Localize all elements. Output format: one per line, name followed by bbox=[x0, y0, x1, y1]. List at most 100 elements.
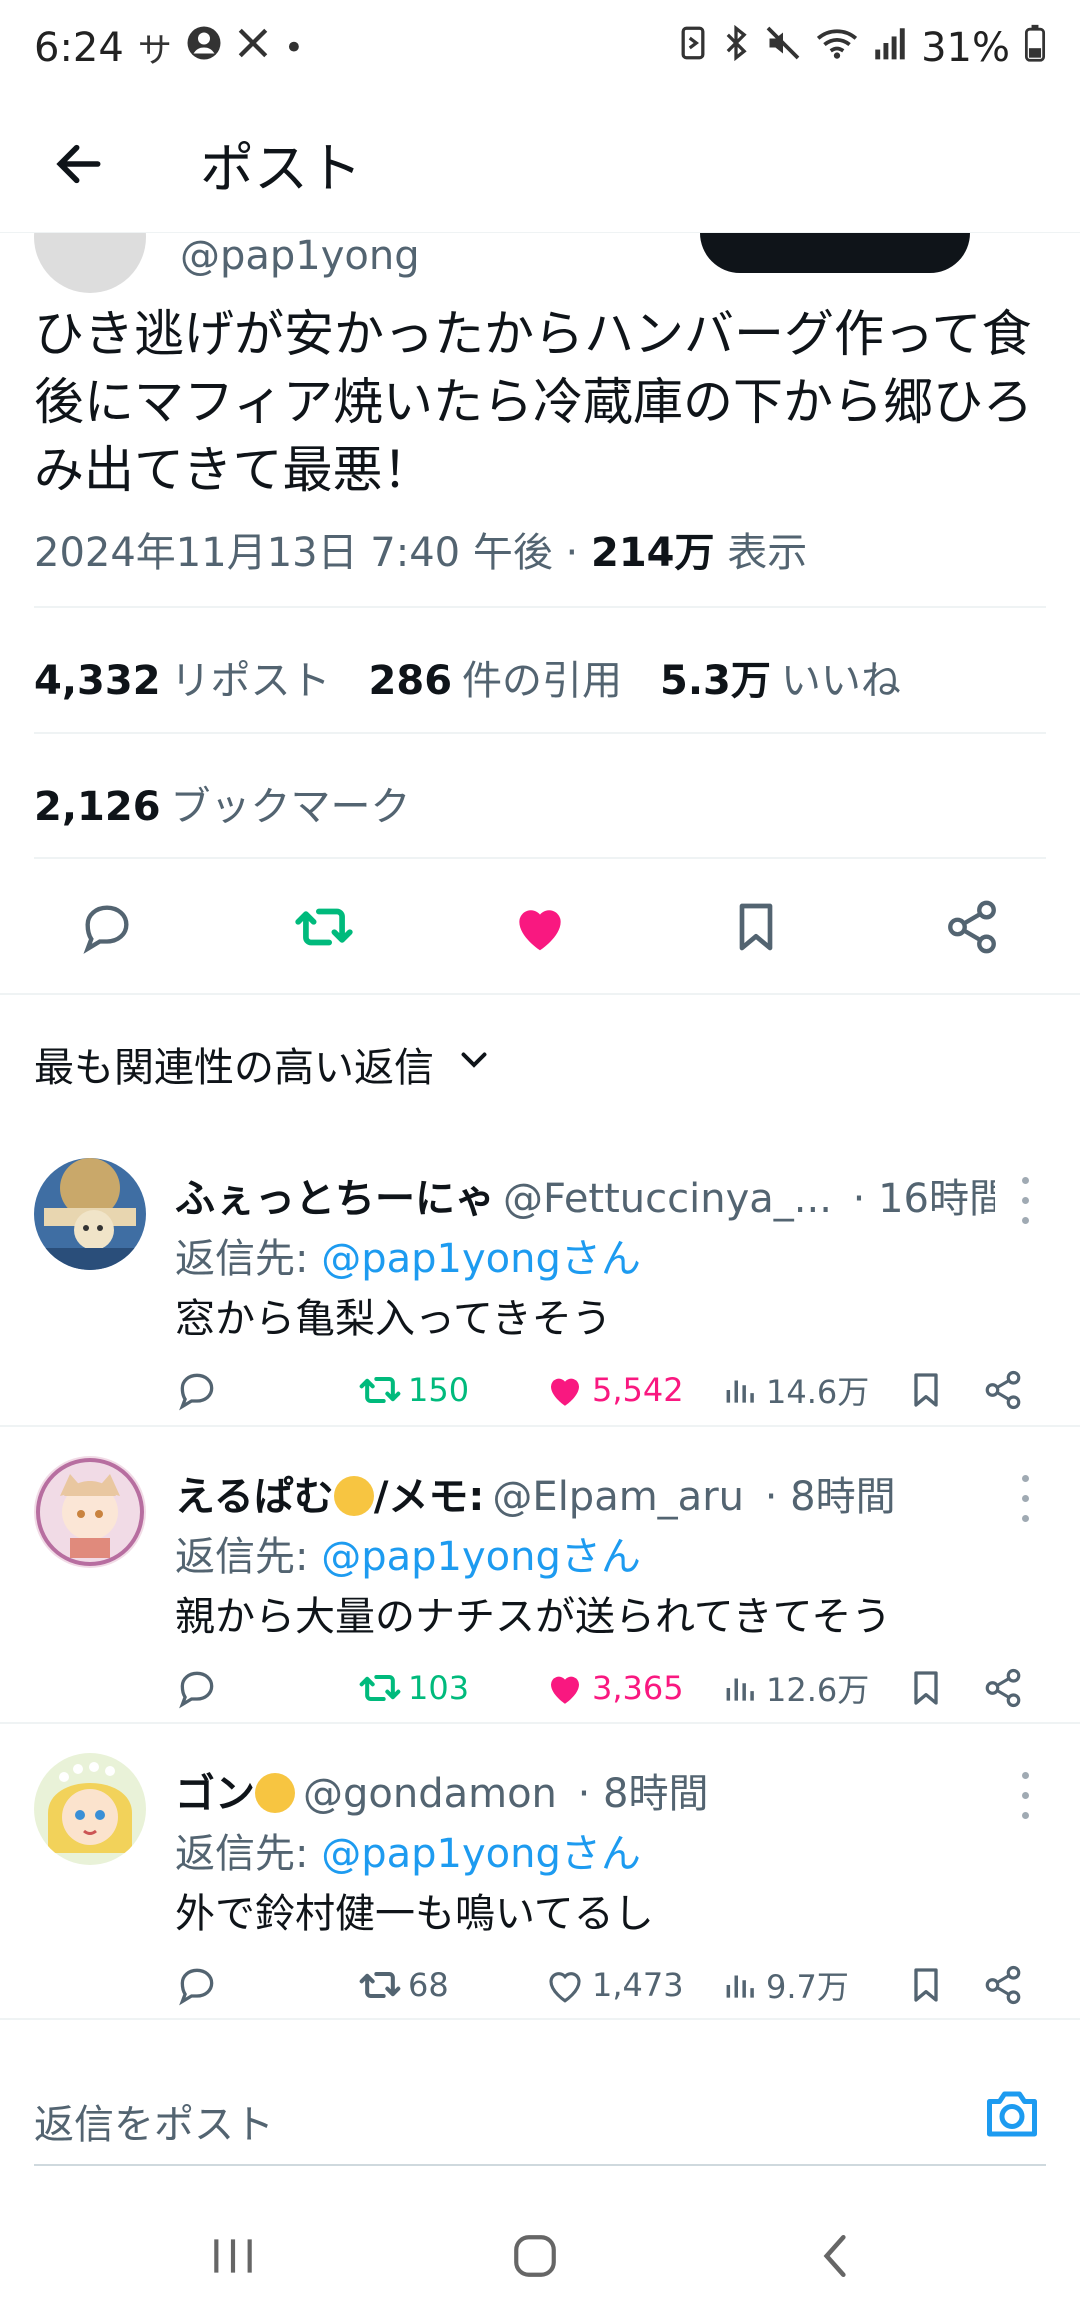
reply-icon[interactable] bbox=[175, 1658, 219, 1718]
dot-icon: • bbox=[283, 27, 304, 68]
bookmark-icon[interactable] bbox=[906, 1360, 946, 1420]
reply-header: えるぱむ/メモ: @Elpam_aru · 8時間 bbox=[175, 1464, 995, 1522]
more-options-icon[interactable] bbox=[1010, 1170, 1040, 1230]
reply-icon[interactable] bbox=[75, 895, 139, 959]
reposts-stat[interactable]: 4,332 リポスト bbox=[34, 648, 331, 706]
like-heart-icon bbox=[549, 1972, 581, 2003]
more-options-icon[interactable] bbox=[1010, 1468, 1040, 1528]
like-button[interactable]: 3,365 bbox=[544, 1658, 684, 1718]
status-time: 6:24 bbox=[34, 24, 124, 71]
likes-stat[interactable]: 5.3万 いいね bbox=[660, 648, 901, 706]
signal-icon bbox=[873, 25, 907, 71]
reply-time: · 16時間 bbox=[852, 1176, 995, 1222]
reply-author-handle[interactable]: @gondamon bbox=[303, 1771, 557, 1817]
reply-header: ふぇっとちーにゃ @Fettuccinya_... · 16時間 bbox=[175, 1166, 995, 1224]
retweet-button[interactable]: 150 bbox=[358, 1360, 469, 1420]
views-button[interactable]: 12.6万 bbox=[722, 1658, 869, 1718]
share-icon[interactable] bbox=[982, 1955, 1024, 2015]
reply-icon[interactable] bbox=[175, 1955, 219, 2015]
like-button[interactable]: 5,542 bbox=[544, 1360, 684, 1420]
home-icon[interactable] bbox=[500, 2226, 570, 2286]
account-icon bbox=[186, 25, 222, 70]
reply-composer[interactable]: 返信をポスト bbox=[0, 2040, 1080, 2166]
samsung-icon: サ bbox=[137, 31, 172, 71]
like-heart-icon[interactable] bbox=[508, 895, 572, 959]
author-avatar[interactable] bbox=[34, 233, 146, 293]
like-count: 5,542 bbox=[592, 1371, 684, 1409]
status-bar: 6:24 サ • 31% bbox=[0, 0, 1080, 95]
wifi-icon bbox=[815, 25, 859, 71]
reply-to-mention[interactable]: @pap1yongさん bbox=[321, 1236, 641, 1282]
reply-author-name[interactable]: えるぱむ/メモ: bbox=[175, 1474, 484, 1520]
views-button[interactable]: 14.6万 bbox=[722, 1360, 869, 1420]
bookmarks-stat[interactable]: 2,126 ブックマーク bbox=[34, 774, 411, 832]
like-count: 1,473 bbox=[592, 1966, 684, 2004]
retweet-button[interactable]: 103 bbox=[358, 1658, 469, 1718]
like-count: 3,365 bbox=[592, 1669, 684, 1707]
views-count: 14.6万 bbox=[766, 1373, 870, 1411]
divider bbox=[0, 2018, 1080, 2020]
back-arrow-icon[interactable] bbox=[34, 119, 124, 209]
views-chart-icon bbox=[726, 1975, 754, 1998]
post-timestamp: 2024年11月13日 7:40 午後 · bbox=[34, 530, 591, 576]
reply-input[interactable]: 返信をポスト bbox=[34, 2092, 274, 2150]
reply-item[interactable]: えるぱむ/メモ: @Elpam_aru · 8時間 返信先: @pap1yongさ… bbox=[0, 1456, 1080, 1752]
post-author-row[interactable]: @pap1yong bbox=[0, 233, 1080, 293]
views-button[interactable]: 9.7万 bbox=[722, 1955, 849, 2015]
reply-item[interactable]: ふぇっとちーにゃ @Fettuccinya_... · 16時間 返信先: @pa… bbox=[0, 1158, 1080, 1454]
follow-button[interactable] bbox=[700, 233, 970, 273]
reply-avatar[interactable] bbox=[34, 1753, 146, 1865]
quotes-stat[interactable]: 286 件の引用 bbox=[369, 648, 623, 706]
reply-author-handle[interactable]: @Fettuccinya_... bbox=[503, 1176, 832, 1222]
more-options-icon[interactable] bbox=[1010, 1765, 1040, 1825]
system-nav-bar bbox=[0, 2196, 1080, 2316]
share-icon[interactable] bbox=[940, 895, 1004, 959]
bookmark-icon[interactable] bbox=[724, 895, 788, 959]
share-icon[interactable] bbox=[982, 1360, 1024, 1420]
share-icon[interactable] bbox=[982, 1658, 1024, 1718]
reply-item[interactable]: ゴン @gondamon · 8時間 返信先: @pap1yongさん 外で鈴村健… bbox=[0, 1753, 1080, 2049]
x-icon bbox=[236, 26, 270, 69]
reply-to-line: 返信先: @pap1yongさん bbox=[175, 1236, 641, 1282]
reply-icon[interactable] bbox=[175, 1360, 219, 1420]
divider bbox=[34, 857, 1046, 859]
reply-sort-dropdown[interactable]: 最も関連性の高い返信 bbox=[34, 1035, 492, 1093]
retweet-button[interactable]: 68 bbox=[358, 1955, 449, 2015]
camera-icon[interactable] bbox=[982, 2084, 1042, 2144]
post-text: ひき逃げが安かったからハンバーグ作って食後にマフィア焼いたら冷蔵庫の下から郷ひろ… bbox=[34, 305, 1033, 499]
reply-avatar[interactable] bbox=[34, 1456, 146, 1568]
reply-author-name[interactable]: ふぇっとちーにゃ bbox=[175, 1176, 495, 1222]
retweet-icon bbox=[359, 1971, 401, 1999]
retweet-count: 150 bbox=[408, 1371, 470, 1409]
reply-author-handle[interactable]: @Elpam_aru bbox=[492, 1474, 744, 1520]
like-button[interactable]: 1,473 bbox=[544, 1955, 684, 2015]
divider bbox=[0, 1425, 1080, 1427]
page-title: ポスト bbox=[200, 137, 362, 200]
divider bbox=[34, 732, 1046, 734]
bookmark-icon[interactable] bbox=[906, 1955, 946, 2015]
reply-time: · 8時間 bbox=[764, 1474, 896, 1520]
battery-percent: 31% bbox=[921, 24, 1010, 71]
recent-apps-icon[interactable] bbox=[198, 2226, 268, 2286]
reply-author-name[interactable]: ゴン bbox=[175, 1771, 295, 1817]
top-app-bar: ポスト bbox=[0, 95, 1080, 233]
views-count: 214万 bbox=[591, 530, 715, 576]
reply-time: · 8時間 bbox=[577, 1771, 709, 1817]
chevron-down-icon bbox=[456, 1041, 492, 1087]
reply-to-mention[interactable]: @pap1yongさん bbox=[321, 1534, 641, 1580]
retweet-icon[interactable] bbox=[292, 895, 356, 959]
sort-label: 最も関連性の高い返信 bbox=[34, 1045, 434, 1091]
retweet-icon bbox=[359, 1376, 401, 1404]
views-chart-icon bbox=[726, 1678, 754, 1701]
author-handle[interactable]: @pap1yong bbox=[180, 233, 420, 279]
reply-avatar[interactable] bbox=[34, 1158, 146, 1270]
divider bbox=[0, 1722, 1080, 1724]
mute-icon bbox=[765, 25, 801, 71]
reply-header: ゴン @gondamon · 8時間 bbox=[175, 1761, 995, 1819]
reply-to-line: 返信先: @pap1yongさん bbox=[175, 1831, 641, 1877]
reply-to-mention[interactable]: @pap1yongさん bbox=[321, 1831, 641, 1877]
bookmark-icon[interactable] bbox=[906, 1658, 946, 1718]
back-nav-icon[interactable] bbox=[800, 2226, 870, 2286]
reply-to-line: 返信先: @pap1yongさん bbox=[175, 1534, 641, 1580]
reply-text: 親から大量のナチスが送られてきてそう bbox=[175, 1594, 892, 1640]
